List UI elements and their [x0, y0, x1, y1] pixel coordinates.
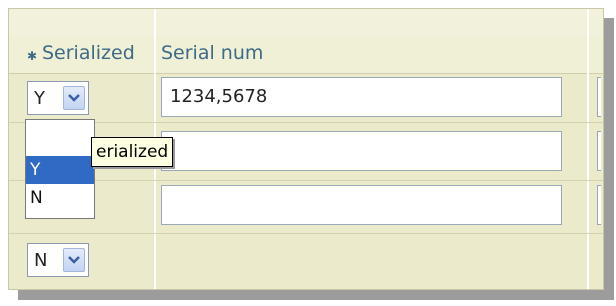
serial-num-input[interactable]: 1234,5678: [161, 77, 562, 117]
serial-num-input-value: 1234,5678: [170, 86, 268, 107]
serial-table: ✱ Serialized Serial num Y 1234,5678 N Y …: [8, 8, 604, 290]
column-header-serialized: Serialized: [42, 42, 135, 64]
dropdown-option-blank[interactable]: [26, 122, 94, 150]
asterisk-icon: ✱: [27, 49, 38, 63]
row-divider: [9, 233, 603, 234]
tooltip: erialized: [91, 137, 174, 167]
next-column-input[interactable]: [597, 77, 601, 117]
next-column-input[interactable]: [597, 185, 601, 225]
serial-num-input[interactable]: [161, 185, 562, 225]
row-divider: [9, 122, 603, 123]
dropdown-option-y[interactable]: Y: [26, 156, 94, 184]
serialized-select-value: N: [34, 250, 48, 271]
dropdown-option-n[interactable]: N: [26, 184, 94, 212]
serialized-dropdown-list[interactable]: Y N: [25, 119, 95, 219]
serialized-select-value: Y: [34, 88, 45, 109]
chevron-down-icon[interactable]: [63, 86, 85, 110]
row-divider: [9, 180, 603, 181]
column-divider: [587, 9, 589, 289]
serialized-select[interactable]: N: [27, 243, 89, 277]
next-column-input[interactable]: [597, 131, 601, 171]
column-header-serial-num: Serial num: [161, 42, 264, 64]
serialized-select[interactable]: Y: [27, 81, 89, 115]
chevron-down-icon[interactable]: [63, 248, 85, 272]
serial-num-input[interactable]: [161, 131, 562, 171]
header-top-band: [9, 9, 603, 37]
